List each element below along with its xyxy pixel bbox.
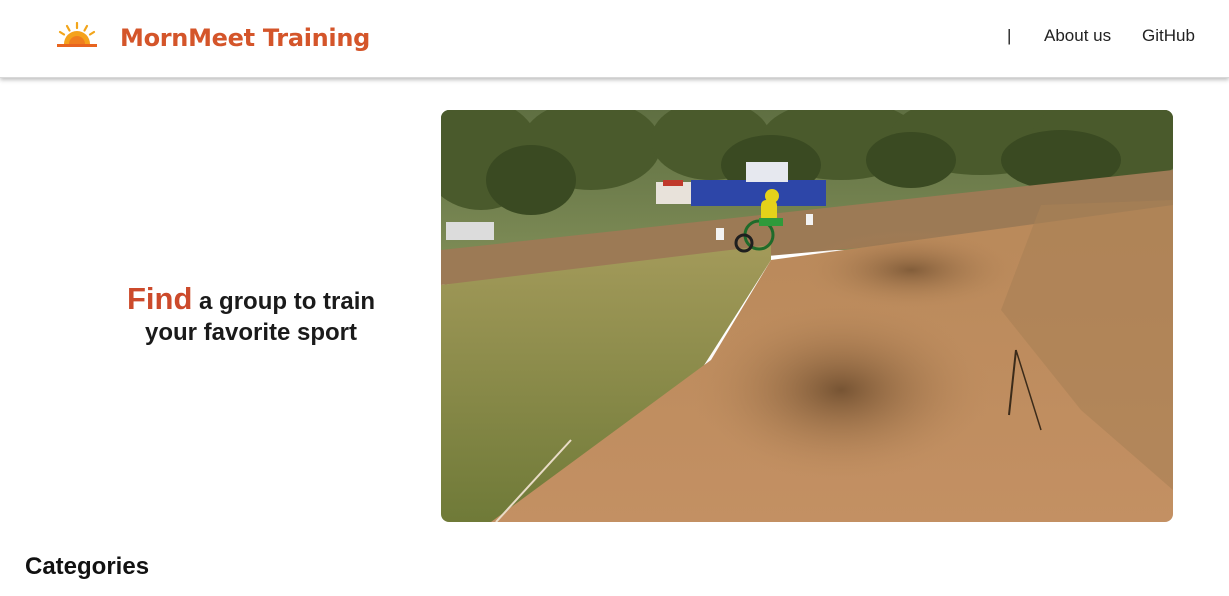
hero-line-2: your favorite sport: [144, 319, 358, 346]
hero-headline: Find a group to train your favorite spor…: [100, 283, 402, 348]
categories-heading: Categories: [25, 553, 150, 580]
nav-link-about[interactable]: About us: [1044, 25, 1111, 47]
sunrise-icon[interactable]: [55, 21, 99, 50]
hero-highlight-word: Find: [126, 281, 193, 316]
hero-line-1: a group to train: [192, 288, 376, 315]
hero-video[interactable]: [441, 110, 1173, 522]
nav-separator: |: [1007, 26, 1012, 45]
brand-name[interactable]: MornMeet Training: [120, 22, 370, 54]
top-header: MornMeet Training | About us GitHub: [0, 0, 1229, 78]
nav-link-github[interactable]: GitHub: [1142, 25, 1195, 47]
